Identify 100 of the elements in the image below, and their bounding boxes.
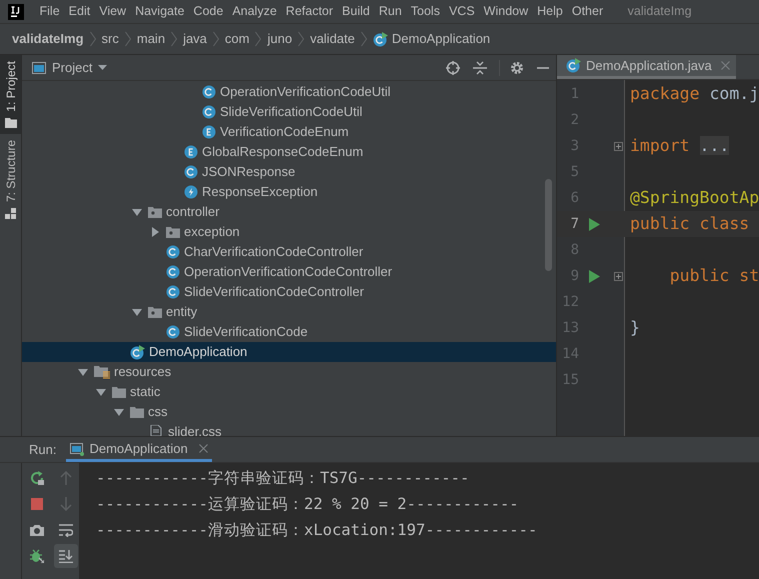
code-line: public st — [668, 264, 759, 287]
console-line: ------------字符串验证码：TS7G------------ — [96, 468, 470, 489]
settings-icon[interactable] — [510, 60, 524, 74]
run-class-icon — [130, 344, 145, 360]
tree-item[interactable]: css — [22, 402, 556, 422]
console-window-icon — [70, 442, 84, 456]
menu-item[interactable]: Navigate — [130, 2, 189, 21]
fold-expand-icon[interactable] — [614, 142, 622, 150]
menu-item[interactable]: Run — [374, 2, 406, 21]
console-line: ------------滑动验证码：xLocation:197------------ — [96, 520, 538, 541]
expanded-arrow-icon — [114, 408, 124, 416]
fold-expand-icon[interactable] — [614, 272, 622, 280]
class-icon — [184, 165, 198, 179]
bug-icon — [30, 549, 44, 563]
tree-item[interactable]: entity — [22, 302, 556, 322]
package-folder-icon — [148, 306, 162, 318]
tree-item[interactable]: SlideVerificationCode — [22, 322, 556, 342]
console-line: ------------运算验证码：22 % 20 = 2------------ — [96, 494, 520, 515]
tree-item[interactable]: VerificationCodeEnum — [22, 122, 556, 142]
menu-item[interactable]: Code — [188, 2, 228, 21]
tree-item[interactable]: JSONResponse — [22, 162, 556, 182]
menu-item[interactable]: Other — [567, 2, 608, 21]
breadcrumb-item[interactable]: main — [136, 29, 166, 49]
code-line: import ... — [629, 134, 730, 157]
menu-item[interactable]: Refactor — [281, 2, 338, 21]
breadcrumb-item[interactable]: com — [224, 29, 250, 49]
class-icon — [166, 285, 180, 299]
menu-item[interactable]: Tools — [406, 2, 444, 21]
collapse-all-icon[interactable] — [473, 60, 487, 74]
locate-icon[interactable] — [446, 60, 460, 74]
stop-icon — [30, 497, 44, 511]
tree-item[interactable]: CharVerificationCodeController — [22, 242, 556, 262]
menu-item[interactable]: Edit — [64, 2, 95, 21]
tree-item[interactable]: DemoApplication — [22, 342, 556, 362]
structure-icon — [5, 208, 16, 219]
expanded-arrow-icon — [132, 308, 142, 316]
run-icon[interactable] — [588, 270, 600, 282]
enum-icon — [184, 145, 198, 159]
menu-item[interactable]: View — [94, 2, 131, 21]
rerun-icon — [30, 471, 44, 485]
class-icon — [202, 105, 216, 119]
class-icon — [202, 85, 216, 99]
chevron-separator-icon — [360, 31, 368, 47]
menu-item[interactable]: Analyze — [228, 2, 282, 21]
enum-icon — [202, 125, 216, 139]
tree-item[interactable]: OperationVerificationCodeController — [22, 262, 556, 282]
exception-icon — [184, 185, 198, 199]
package-folder-icon — [148, 206, 162, 218]
run-label: Run: — [29, 440, 56, 459]
code-line: package com.j — [629, 82, 759, 105]
tree-item[interactable]: ResponseException — [22, 182, 556, 202]
expanded-arrow-icon — [78, 368, 88, 376]
resources-folder-icon — [94, 365, 110, 379]
chevron-separator-icon — [297, 31, 306, 47]
chevron-separator-icon — [170, 31, 178, 47]
side-tab[interactable]: 7: Structure — [0, 134, 21, 225]
breadcrumb-item[interactable]: src — [102, 29, 119, 49]
toolbar-button[interactable] — [54, 544, 78, 568]
class-icon — [166, 325, 180, 339]
close-icon[interactable] — [198, 444, 208, 453]
folder-icon — [130, 406, 144, 418]
menu-item[interactable]: VCS — [444, 2, 480, 21]
folder-icon — [4, 118, 16, 128]
run-icon[interactable] — [588, 218, 600, 230]
up-arrow-icon — [58, 471, 72, 485]
project-view-dropdown[interactable]: Project — [52, 58, 108, 78]
chevron-separator-icon — [254, 31, 262, 47]
folder-icon — [112, 386, 126, 398]
soft-wrap-icon — [58, 523, 72, 537]
collapsed-arrow-icon — [152, 227, 158, 237]
scrollbar[interactable] — [545, 179, 552, 271]
menu-item[interactable]: Build — [338, 2, 374, 21]
breadcrumb-item[interactable]: juno — [267, 29, 292, 49]
menu-item[interactable]: Help — [532, 2, 568, 21]
tree-item[interactable]: GlobalResponseCodeEnum — [22, 142, 556, 162]
window-title: validateImg — [628, 3, 692, 20]
tree-item[interactable]: OperationVerificationCodeUtil — [22, 82, 556, 102]
code-line: @SpringBootAp — [629, 186, 759, 209]
menu-item[interactable]: File — [35, 2, 64, 21]
tree-item[interactable]: SlideVerificationCodeUtil — [22, 102, 556, 122]
camera-icon — [30, 523, 44, 537]
scroll-to-end-icon — [58, 549, 72, 563]
side-tab[interactable]: 1: Project — [0, 55, 21, 134]
chevron-separator-icon — [124, 31, 132, 47]
class-icon — [166, 245, 180, 259]
code-line: } — [629, 316, 640, 339]
chevron-separator-icon — [88, 31, 97, 47]
tree-item[interactable]: controller — [22, 202, 556, 222]
breadcrumb-item[interactable]: java — [183, 29, 207, 49]
breadcrumb-item[interactable]: validate — [310, 29, 355, 49]
tree-item[interactable]: SlideVerificationCodeController — [22, 282, 556, 302]
editor-tab[interactable]: DemoApplication.java — [557, 55, 736, 79]
expanded-arrow-icon — [96, 388, 106, 396]
expanded-arrow-icon — [132, 208, 142, 216]
tree-item[interactable]: static — [22, 382, 556, 402]
breadcrumb-item[interactable]: validateImg — [12, 29, 84, 49]
tree-item[interactable]: resources — [22, 362, 556, 382]
menu-item[interactable]: Window — [479, 2, 533, 21]
tree-item[interactable]: exception — [22, 222, 556, 242]
breadcrumb-item[interactable]: DemoApplication — [372, 29, 490, 49]
